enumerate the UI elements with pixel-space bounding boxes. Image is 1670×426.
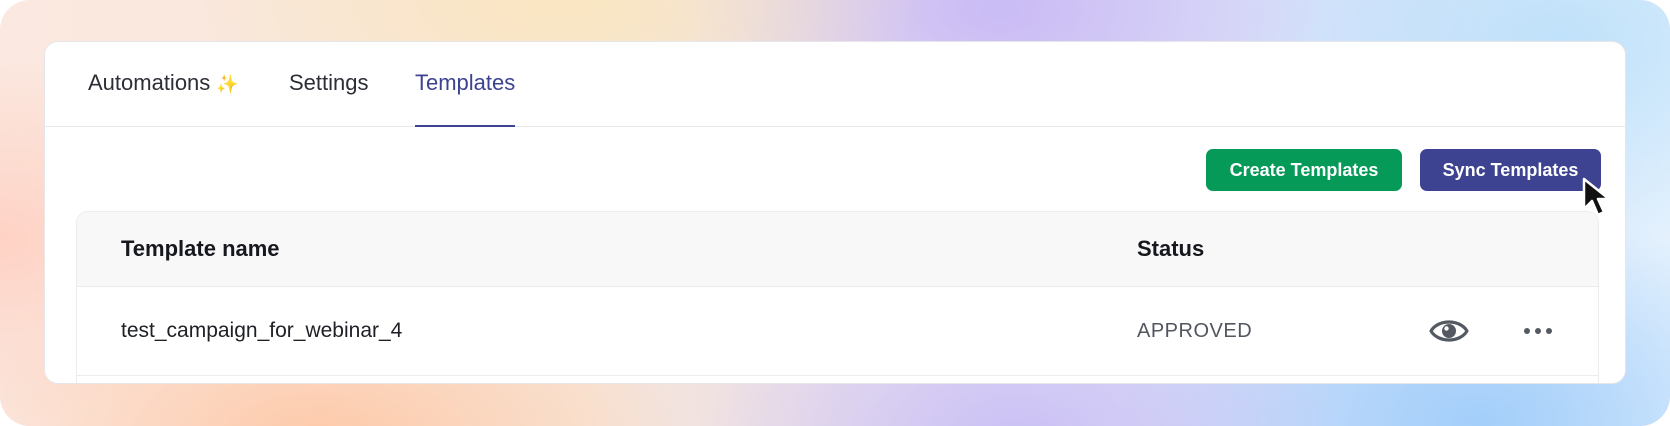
templates-table: Template name Status test_campaign_for_w… [76, 211, 1599, 383]
eye-icon[interactable] [1429, 314, 1469, 348]
tab-automations-label: Automations [88, 70, 211, 95]
tab-settings[interactable]: Settings [289, 42, 369, 126]
tab-bar: Automations ✨ Settings Templates [45, 42, 1625, 127]
mouse-pointer-icon [1580, 176, 1616, 220]
create-templates-button[interactable]: Create Templates [1206, 149, 1402, 191]
template-name-cell: test_campaign_for_webinar_4 [121, 319, 403, 342]
sync-templates-button[interactable]: Sync Templates [1420, 149, 1601, 191]
column-header-template-name: Template name [121, 236, 280, 261]
templates-panel: Automations ✨ Settings Templates Create T… [44, 41, 1626, 384]
tab-settings-label: Settings [289, 70, 369, 95]
table-row[interactable]: test_campaign_for_webinar_4 APPROVED [77, 287, 1598, 376]
sparkles-icon: ✨ [216, 74, 239, 94]
table-header: Template name Status [77, 212, 1598, 287]
tab-templates[interactable]: Templates [415, 42, 516, 127]
tab-templates-label: Templates [415, 70, 516, 95]
status-cell: APPROVED [1137, 320, 1253, 342]
column-header-status: Status [1137, 236, 1205, 261]
tab-automations[interactable]: Automations ✨ [88, 42, 239, 126]
more-options-icon[interactable] [1521, 319, 1555, 343]
